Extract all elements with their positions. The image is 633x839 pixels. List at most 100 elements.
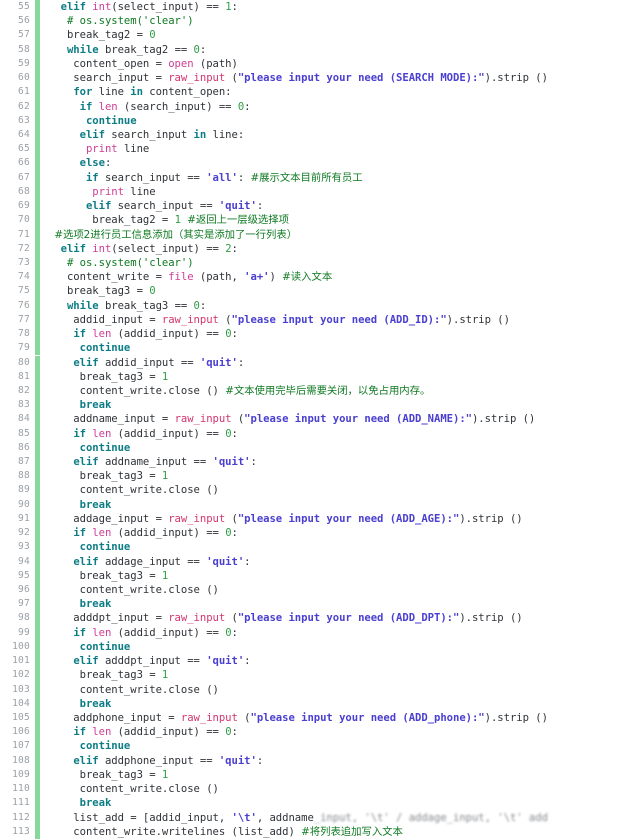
- code-text[interactable]: continue: [48, 114, 633, 128]
- code-text[interactable]: break: [48, 398, 633, 412]
- code-text[interactable]: search_input = raw_input ("please input …: [48, 71, 633, 85]
- code-line[interactable]: 70 break_tag2 = 1 #返回上一层级选择项: [0, 213, 633, 228]
- code-line[interactable]: 82 content_write.close () #文本使用完毕后需要关闭，以…: [0, 383, 633, 399]
- code-line[interactable]: 77 addid_input = raw_input ("please inpu…: [0, 312, 633, 328]
- code-line[interactable]: 108 elif addphone_input == 'quit':: [0, 753, 633, 768]
- code-text[interactable]: content_write.close (): [48, 782, 633, 796]
- code-text[interactable]: continue: [48, 540, 633, 554]
- code-text[interactable]: if len (addid_input) == 0:: [48, 327, 633, 341]
- code-line[interactable]: 95 break_tag3 = 1: [0, 568, 633, 584]
- code-text[interactable]: elif addid_input == 'quit':: [48, 356, 633, 370]
- code-text[interactable]: elif addage_input == 'quit':: [48, 555, 633, 569]
- code-line[interactable]: 80 elif addid_input == 'quit':: [0, 355, 633, 370]
- code-text[interactable]: elif int(select_input) == 1:: [48, 0, 633, 14]
- code-text[interactable]: if len (addid_input) == 0:: [48, 725, 633, 739]
- code-line[interactable]: 88 break_tag3 = 1: [0, 469, 633, 484]
- code-line[interactable]: 90 break: [0, 497, 633, 512]
- code-line[interactable]: 98 adddpt_input = raw_input ("please inp…: [0, 611, 633, 626]
- code-text[interactable]: continue: [48, 739, 633, 753]
- code-line[interactable]: 92 if len (addid_input) == 0:: [0, 526, 633, 541]
- code-text[interactable]: # os.system('clear'): [48, 256, 633, 270]
- code-line[interactable]: 69 elif search_input == 'quit':: [0, 199, 633, 214]
- code-text[interactable]: break: [48, 597, 633, 611]
- code-line[interactable]: 76 while break_tag3 == 0:: [0, 298, 633, 313]
- code-text[interactable]: # os.system('clear'): [48, 14, 633, 28]
- code-text[interactable]: break_tag3 = 1: [48, 469, 633, 483]
- code-line[interactable]: 67 if search_input == 'all': #展示文本目前所有员工: [0, 170, 633, 185]
- code-text[interactable]: break_tag3 = 1: [48, 569, 633, 583]
- code-line[interactable]: 101 elif adddpt_input == 'quit':: [0, 654, 633, 669]
- code-text[interactable]: else:: [48, 156, 633, 170]
- code-text[interactable]: while break_tag2 == 0:: [48, 43, 633, 57]
- code-text[interactable]: addname_input = raw_input ("please input…: [48, 412, 633, 426]
- code-text[interactable]: elif addphone_input == 'quit':: [48, 754, 633, 768]
- code-text[interactable]: elif search_input in line:: [48, 128, 633, 142]
- code-line[interactable]: 99 if len (addid_input) == 0:: [0, 625, 633, 640]
- code-text[interactable]: print line: [48, 142, 633, 156]
- code-text[interactable]: content_write.close (): [48, 583, 633, 597]
- code-line[interactable]: 83 break: [0, 398, 633, 413]
- code-text[interactable]: if len (addid_input) == 0:: [48, 526, 633, 540]
- code-text[interactable]: if len (addid_input) == 0:: [48, 427, 633, 441]
- code-line[interactable]: 66 else:: [0, 156, 633, 171]
- code-line[interactable]: 96 content_write.close (): [0, 583, 633, 598]
- code-line[interactable]: 112 list_add = [addid_input, '\t', addna…: [0, 810, 633, 825]
- code-text[interactable]: if len (addid_input) == 0:: [48, 626, 633, 640]
- code-line[interactable]: 78 if len (addid_input) == 0:: [0, 327, 633, 342]
- code-text[interactable]: addage_input = raw_input ("please input …: [48, 512, 633, 526]
- code-line[interactable]: 113 content_write.writelines (list_add) …: [0, 824, 633, 839]
- code-text[interactable]: elif addname_input == 'quit':: [48, 455, 633, 469]
- code-line[interactable]: 94 elif addage_input == 'quit':: [0, 554, 633, 569]
- code-text[interactable]: if search_input == 'all': #展示文本目前所有员工: [48, 171, 633, 185]
- code-line[interactable]: 56 # os.system('clear'): [0, 14, 633, 29]
- code-line[interactable]: 102 break_tag3 = 1: [0, 668, 633, 683]
- code-line[interactable]: 62 if len (search_input) == 0:: [0, 99, 633, 114]
- code-line[interactable]: 85 if len (addid_input) == 0:: [0, 426, 633, 441]
- code-line[interactable]: 57 break_tag2 = 0: [0, 28, 633, 43]
- code-line[interactable]: 68 print line: [0, 184, 633, 200]
- code-line[interactable]: 63 continue: [0, 113, 633, 128]
- code-line[interactable]: 73 # os.system('clear'): [0, 255, 633, 271]
- code-line[interactable]: 105 addphone_input = raw_input ("please …: [0, 711, 633, 726]
- code-text[interactable]: addid_input = raw_input ("please input y…: [48, 313, 633, 327]
- code-text[interactable]: continue: [48, 341, 633, 355]
- code-text[interactable]: break: [48, 796, 633, 810]
- code-line[interactable]: 74 content_write = file (path, 'a+') #读入…: [0, 270, 633, 285]
- code-line[interactable]: 64 elif search_input in line:: [0, 127, 633, 143]
- code-text[interactable]: content_write = file (path, 'a+') #读入文本: [48, 270, 633, 284]
- code-text[interactable]: break_tag3 = 1: [48, 370, 633, 384]
- code-text[interactable]: break_tag3 = 1: [48, 668, 633, 682]
- code-text[interactable]: break: [48, 697, 633, 711]
- code-text[interactable]: content_write.close () #文本使用完毕后需要关闭，以免占用…: [48, 384, 633, 398]
- code-text[interactable]: continue: [48, 640, 633, 654]
- code-text[interactable]: content_write.writelines (list_add) #将列表…: [48, 825, 633, 839]
- code-text[interactable]: elif int(select_input) == 2:: [48, 242, 633, 256]
- code-line[interactable]: 79 continue: [0, 341, 633, 356]
- code-line[interactable]: 81 break_tag3 = 1: [0, 369, 633, 384]
- code-line[interactable]: 72 elif int(select_input) == 2:: [0, 241, 633, 256]
- code-line[interactable]: 111 break: [0, 796, 633, 811]
- code-line[interactable]: 100 continue: [0, 639, 633, 655]
- code-text[interactable]: break: [48, 498, 633, 512]
- code-line[interactable]: 91 addage_input = raw_input ("please inp…: [0, 511, 633, 527]
- code-line[interactable]: 103 content_write.close (): [0, 682, 633, 697]
- code-text[interactable]: if len (search_input) == 0:: [48, 100, 633, 114]
- code-line[interactable]: 107 continue: [0, 739, 633, 754]
- code-line[interactable]: 110 content_write.close (): [0, 782, 633, 797]
- code-line[interactable]: 60 search_input = raw_input ("please inp…: [0, 71, 633, 86]
- code-text[interactable]: continue: [48, 441, 633, 455]
- code-line[interactable]: 93 continue: [0, 540, 633, 555]
- code-text[interactable]: for line in content_open:: [48, 85, 633, 99]
- code-text[interactable]: break_tag2 = 1 #返回上一层级选择项: [48, 213, 633, 227]
- code-text[interactable]: print line: [48, 185, 633, 199]
- code-line[interactable]: 59 content_open = open (path): [0, 56, 633, 72]
- code-text[interactable]: content_write.close (): [48, 683, 633, 697]
- code-text[interactable]: adddpt_input = raw_input ("please input …: [48, 611, 633, 625]
- code-text[interactable]: break_tag3 = 1: [48, 768, 633, 782]
- code-line[interactable]: 75 break_tag3 = 0: [0, 284, 633, 299]
- code-line[interactable]: 58 while break_tag2 == 0:: [0, 42, 633, 57]
- code-line[interactable]: 55 elif int(select_input) == 1:: [0, 0, 633, 15]
- code-line[interactable]: 97 break: [0, 597, 633, 612]
- code-text[interactable]: while break_tag3 == 0:: [48, 299, 633, 313]
- code-line[interactable]: 106 if len (addid_input) == 0:: [0, 725, 633, 740]
